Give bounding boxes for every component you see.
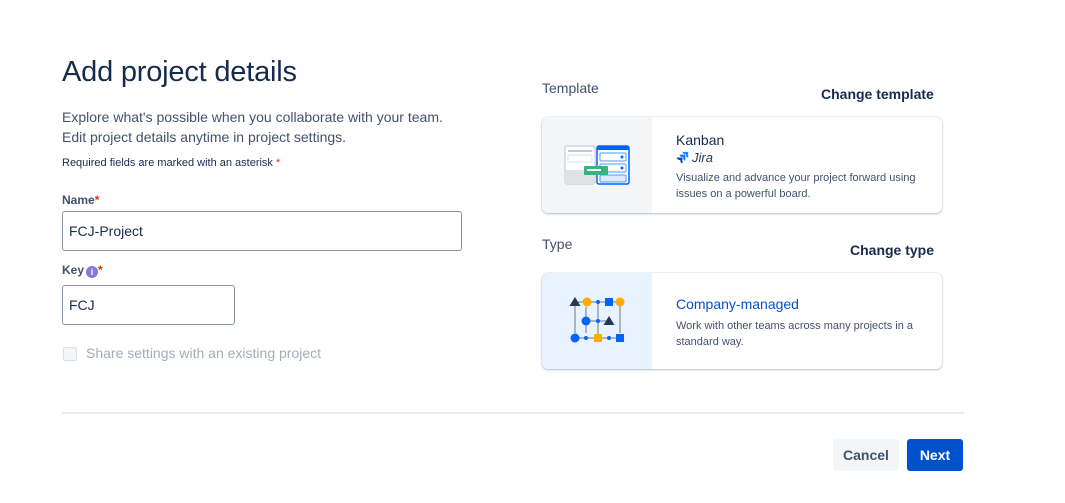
change-type-button[interactable]: Change type [850, 242, 934, 258]
key-input[interactable]: FCJ [62, 285, 235, 325]
key-label-text: Key [62, 263, 85, 277]
template-card[interactable]: Kanban Jira Visualize and advance your p… [542, 117, 942, 213]
name-label-text: Name [62, 193, 95, 207]
page-title: Add project details [62, 56, 297, 88]
template-name: Kanban [676, 132, 725, 148]
jira-logo-icon [676, 151, 689, 164]
required-fields-note: Required fields are marked with an aster… [62, 157, 280, 169]
network-diagram-icon [569, 297, 625, 343]
template-section-label: Template [542, 80, 599, 96]
type-card[interactable]: Company-managed Work with other teams ac… [542, 273, 942, 369]
name-field-label: Name* [62, 193, 99, 207]
type-section-label: Type [542, 236, 573, 252]
jira-brand: Jira [676, 150, 713, 165]
jira-product-name: Jira [692, 150, 713, 165]
kanban-illustration [542, 117, 652, 213]
change-template-button[interactable]: Change template [821, 86, 934, 102]
share-settings-checkbox[interactable] [63, 347, 77, 361]
share-settings-label: Share settings with an existing project [86, 345, 322, 361]
key-required-asterisk: * [98, 263, 103, 277]
name-input-value: FCJ-Project [69, 223, 143, 239]
company-managed-illustration [542, 273, 652, 369]
description-line-2: Edit project details anytime in project … [62, 129, 347, 145]
info-icon[interactable]: i [86, 266, 99, 278]
name-required-asterisk: * [94, 193, 100, 207]
description-line-1: Explore what's possible when you collabo… [62, 109, 443, 125]
footer-divider [62, 412, 964, 414]
key-input-value: FCJ [69, 297, 95, 313]
required-asterisk: * [276, 157, 281, 169]
next-button[interactable]: Next [907, 439, 963, 471]
cancel-button[interactable]: Cancel [833, 439, 899, 471]
type-description: Work with other teams across many projec… [676, 320, 913, 348]
required-note-text: Required fields are marked with an aster… [62, 157, 273, 169]
type-name-link[interactable]: Company-managed [676, 296, 799, 312]
kanban-board-icon [564, 145, 630, 185]
name-input[interactable]: FCJ-Project [62, 211, 462, 251]
key-field-label: Key i * [62, 263, 103, 278]
template-description: Visualize and advance your project forwa… [676, 172, 916, 200]
page-description: Explore what's possible when you collabo… [62, 107, 443, 147]
